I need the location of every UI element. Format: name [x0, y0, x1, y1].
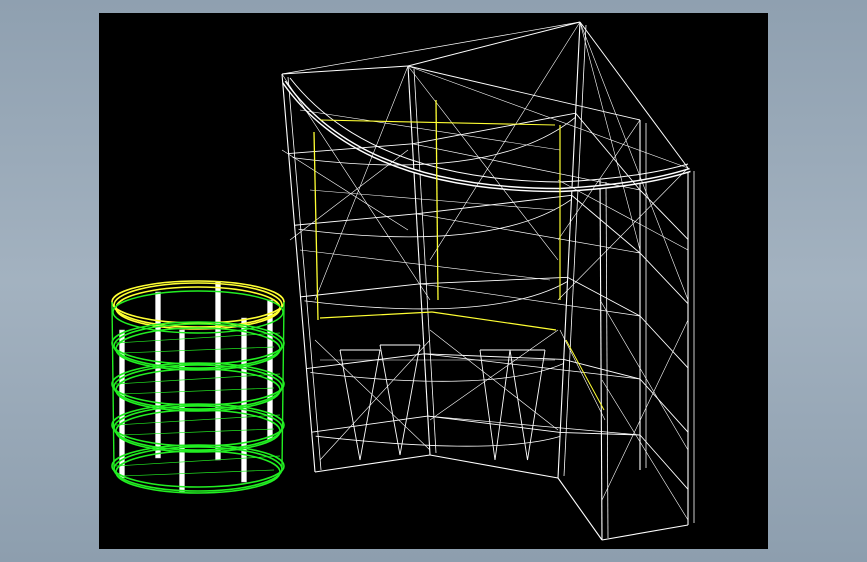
- cabinet-brace: [599, 299, 689, 451]
- corner-cabinet-wireframe: [281, 21, 695, 541]
- rack-ring: [113, 446, 283, 492]
- cabinet-brace: [579, 21, 641, 251]
- cabinet-highlight-edge: [565, 339, 605, 411]
- cabinet-top-edge: [281, 65, 409, 75]
- rack-spoke: [121, 469, 275, 477]
- cabinet-shelf-edge: [420, 276, 568, 285]
- cabinet-shelf-edge: [306, 353, 425, 369]
- cabinet-post: [287, 76, 322, 471]
- rack-post: [155, 291, 161, 459]
- cabinet-bottom-edge: [601, 524, 689, 541]
- cabinet-top-edge: [579, 21, 689, 169]
- cabinet-brace: [429, 329, 559, 431]
- cabinet-brace: [557, 179, 689, 251]
- rack-ring: [113, 323, 283, 369]
- cabinet-shelf-front: [304, 281, 568, 310]
- cabinet-shelf-edge: [412, 143, 641, 191]
- cabinet-brace: [429, 329, 559, 421]
- cabinet-shelf-edge: [427, 415, 561, 433]
- cabinet-post: [281, 73, 316, 473]
- cabinet-highlight-edge: [431, 311, 557, 331]
- rack-side: [281, 301, 285, 469]
- cabinet-shelf-edge: [416, 194, 572, 215]
- cabinet-highlight-edge: [319, 311, 433, 319]
- cabinet-brace: [559, 329, 606, 421]
- rack-post: [241, 317, 247, 483]
- cabinet-brace: [557, 119, 641, 241]
- cabinet-door-brace: [494, 349, 511, 461]
- cabinet-post: [599, 179, 603, 541]
- cabinet-shelf-front: [298, 198, 572, 238]
- cabinet-brace: [407, 65, 689, 169]
- rack-spoke: [121, 346, 275, 354]
- cabinet-door-brace: [479, 349, 496, 461]
- rack-post: [267, 299, 273, 441]
- cabinet-post: [407, 65, 431, 456]
- rack-spoke: [121, 387, 275, 395]
- wireframe-scene: [111, 21, 695, 541]
- cabinet-brace: [314, 339, 431, 451]
- rack-post: [215, 281, 221, 461]
- cabinet-shelf-edge: [563, 359, 641, 380]
- cabinet-top-edge: [281, 21, 581, 75]
- cabinet-shelf-front: [310, 363, 564, 382]
- cabinet-brace: [309, 189, 556, 211]
- cabinet-brace: [601, 319, 689, 501]
- cabinet-shelf-edge: [300, 283, 421, 298]
- cabinet-door-brace: [509, 349, 528, 461]
- cabinet-bottom-edge: [557, 477, 603, 541]
- cabinet-door-brace: [379, 344, 401, 456]
- cabinet-top-edge: [407, 65, 641, 121]
- cabinet-brace: [407, 65, 559, 261]
- cabinet-door-brace: [339, 349, 361, 461]
- cabinet-brace: [601, 379, 689, 521]
- rack-ring: [113, 364, 283, 410]
- cabinet-door-brace: [359, 349, 381, 461]
- cabinet-bottom-edge: [429, 454, 559, 479]
- cabinet-shelf-edge: [424, 353, 641, 380]
- rack-side: [111, 301, 115, 471]
- cabinet-top-edge: [407, 21, 581, 67]
- rack-ring: [113, 405, 283, 451]
- cabinet-post: [605, 181, 609, 539]
- cabinet-post: [563, 24, 587, 477]
- cabinet-bottom-edge: [314, 454, 431, 473]
- cabinet-shelf-edge: [639, 189, 689, 240]
- cabinet-brace: [579, 21, 689, 301]
- cabinet-post: [413, 68, 437, 454]
- rack-ring: [113, 282, 283, 328]
- cabinet-highlight-edge: [435, 99, 439, 301]
- cabinet-highlight-edge: [319, 119, 556, 126]
- cabinet-brace: [314, 65, 409, 301]
- cabinet-shelf-edge: [567, 276, 641, 317]
- cabinet-shelf-edge: [424, 353, 564, 360]
- round-rack-wireframe: [111, 280, 285, 494]
- cabinet-post: [557, 21, 581, 479]
- cabinet-shelf-edge: [639, 252, 689, 304]
- cad-viewport[interactable]: [99, 13, 768, 549]
- cabinet-shelf-edge: [311, 415, 428, 433]
- cabinet-shelf-edge: [639, 315, 689, 369]
- rack-spoke: [121, 428, 275, 436]
- cabinet-brace: [429, 21, 581, 261]
